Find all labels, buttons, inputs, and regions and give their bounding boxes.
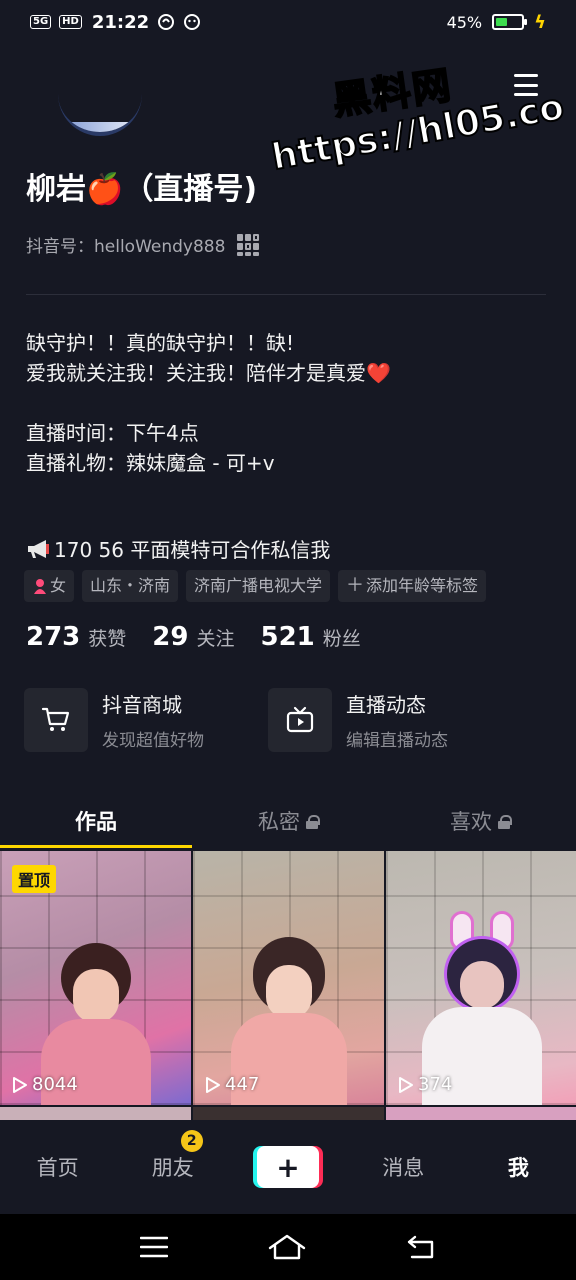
cart-icon — [24, 688, 88, 752]
stat-label: 关注 — [196, 628, 235, 650]
feature-title: 抖音商城 — [102, 693, 182, 717]
clock: 21:22 — [91, 11, 150, 33]
nav-label: 朋友 — [151, 1156, 194, 1180]
battery-percent: 45% — [446, 12, 483, 32]
lock-icon — [306, 815, 320, 829]
app-notification-icon — [158, 14, 175, 30]
create-button[interactable]: + — [257, 1146, 319, 1188]
watermark-title: 黑料网 — [329, 62, 456, 124]
stat-label: 粉丝 — [322, 628, 361, 650]
megaphone-icon — [28, 539, 49, 558]
lock-icon — [498, 815, 512, 829]
bottom-nav: 首页 朋友 2 + 消息 我 — [0, 1120, 576, 1214]
feature-entries: 抖音商城 发现超值好物 直播动态 编辑直播动态 — [24, 688, 512, 752]
likes-stat[interactable]: 273 获赞 — [26, 622, 126, 652]
home-icon[interactable] — [268, 1234, 306, 1260]
douyin-id-row: 抖音号：helloWendy888 — [26, 232, 260, 257]
video-thumbnail[interactable]: 374 — [386, 851, 576, 1105]
content-tabs: 作品 私密 喜欢 — [0, 794, 576, 848]
nav-home[interactable]: 首页 — [0, 1152, 115, 1182]
bio-line: 直播时间：下午4点 — [26, 421, 199, 445]
play-count-value: 374 — [418, 1074, 453, 1095]
play-icon — [206, 1076, 220, 1093]
female-icon — [34, 579, 46, 594]
tab-label: 私密 — [258, 810, 300, 834]
watermark: 黑料网 https://hl05.co — [268, 52, 570, 192]
watermark-url: https://hl05.co — [268, 86, 568, 180]
stat-value: 521 — [260, 622, 315, 652]
nav-friends[interactable]: 朋友 2 — [115, 1130, 230, 1182]
menu-button[interactable] — [514, 74, 538, 96]
tag-label: 济南广播电视大学 — [194, 576, 323, 595]
play-icon — [13, 1076, 27, 1093]
feature-title: 直播动态 — [346, 693, 426, 717]
stat-label: 获赞 — [88, 628, 127, 650]
battery-icon — [492, 14, 528, 30]
gender-tag[interactable]: 女 — [24, 570, 75, 602]
following-stat[interactable]: 29 关注 — [152, 622, 234, 652]
profile-name: 柳岩🍎（直播号) — [26, 172, 258, 207]
shop-entry[interactable]: 抖音商城 发现超值好物 — [24, 688, 268, 752]
tag-label: 山东・济南 — [90, 576, 171, 595]
play-count: 374 — [396, 1074, 452, 1095]
recent-apps-icon[interactable] — [140, 1236, 168, 1258]
video-thumbnail[interactable]: 447 — [193, 851, 384, 1105]
play-count: 8044 — [10, 1074, 78, 1095]
avatar[interactable] — [58, 90, 142, 136]
play-count: 447 — [203, 1074, 259, 1095]
tag-label: 女 — [50, 576, 67, 595]
bio-line: 缺守护！！真的缺守护！！缺! — [26, 331, 295, 355]
bio-line — [26, 388, 391, 418]
play-count-value: 8044 — [32, 1074, 78, 1095]
profile-tags: 女 山东・济南 济南广播电视大学 ＋ 添加年龄等标签 — [24, 570, 487, 602]
status-bar: 5G HD 21:22 45% ϟ — [0, 0, 576, 44]
video-thumbnail[interactable]: 置顶 8044 — [0, 851, 191, 1105]
tab-private[interactable]: 私密 — [192, 794, 384, 848]
bio-line: 爱我就关注我！关注我！陪伴才是真爱❤️ — [26, 361, 391, 385]
hd-indicator: HD — [59, 15, 82, 29]
announcement-text: 170 56 平面模特可合作私信我 — [54, 538, 331, 562]
tab-works[interactable]: 作品 — [0, 794, 192, 848]
location-tag[interactable]: 山东・济南 — [82, 570, 179, 602]
school-tag[interactable]: 济南广播电视大学 — [186, 570, 331, 602]
network-indicator: 5G — [30, 15, 52, 29]
back-icon[interactable] — [406, 1235, 436, 1259]
feature-subtitle: 发现超值好物 — [102, 731, 204, 751]
bio-line: 直播礼物：辣妹魔盒 - 可+v — [26, 451, 275, 475]
announcement: 170 56 平面模特可合作私信我 — [26, 534, 330, 563]
video-grid: 置顶 8044 447 374 — [0, 851, 576, 1127]
notification-badge: 2 — [180, 1130, 203, 1152]
system-nav-bar — [0, 1214, 576, 1280]
feature-subtitle: 编辑直播动态 — [346, 731, 448, 751]
live-updates-entry[interactable]: 直播动态 编辑直播动态 — [268, 688, 512, 752]
plus-icon: ＋ — [346, 575, 365, 596]
stat-value: 273 — [26, 622, 81, 652]
tag-label: 添加年龄等标签 — [366, 576, 479, 595]
douyin-id: 抖音号：helloWendy888 — [26, 237, 226, 257]
divider — [26, 294, 546, 295]
play-icon — [399, 1076, 413, 1093]
bio: 缺守护！！真的缺守护！！缺! 爱我就关注我！关注我！陪伴才是真爱❤️ 直播时间：… — [26, 328, 391, 478]
stat-value: 29 — [152, 622, 189, 652]
charging-icon: ϟ — [534, 11, 546, 33]
message-notification-icon — [184, 14, 201, 30]
nav-me[interactable]: 我 — [461, 1152, 576, 1182]
pinned-badge: 置顶 — [12, 865, 57, 893]
profile-stats: 273 获赞 29 关注 521 粉丝 — [26, 622, 361, 652]
tab-likes[interactable]: 喜欢 — [384, 794, 576, 848]
qr-code-icon[interactable] — [237, 233, 260, 256]
followers-stat[interactable]: 521 粉丝 — [261, 622, 361, 652]
nav-messages[interactable]: 消息 — [346, 1152, 461, 1182]
tab-label: 作品 — [75, 810, 117, 834]
play-count-value: 447 — [225, 1074, 260, 1095]
live-tv-icon — [268, 688, 332, 752]
add-tag-button[interactable]: ＋ 添加年龄等标签 — [338, 570, 487, 602]
tab-label: 喜欢 — [450, 810, 492, 834]
